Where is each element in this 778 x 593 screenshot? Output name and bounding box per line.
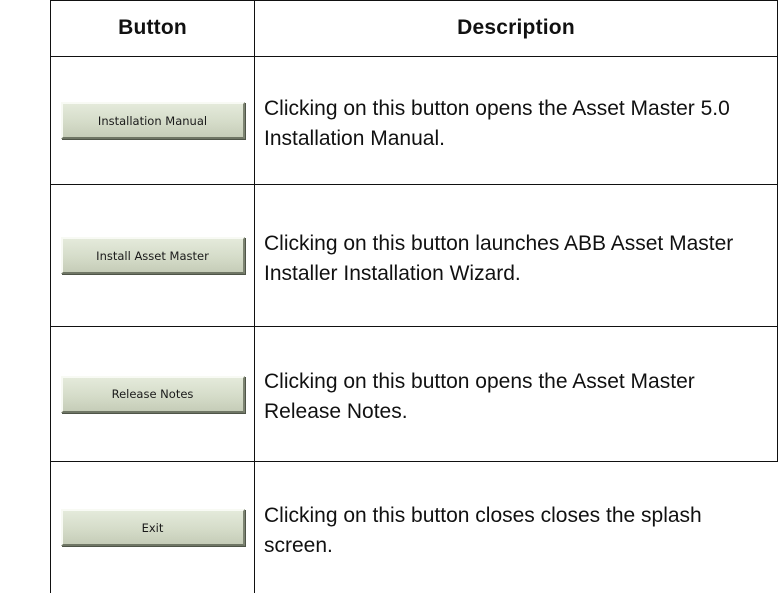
table-row: Release Notes Clicking on this button op… (50, 327, 778, 461)
row-description: Clicking on this button launches ABB Ass… (264, 231, 734, 285)
description-cell: Clicking on this button closes closes th… (264, 462, 768, 593)
column-header-button: Button (118, 16, 187, 39)
description-cell: Clicking on this button opens the Asset … (264, 57, 768, 184)
row-description: Clicking on this button closes closes th… (264, 503, 702, 557)
description-cell: Clicking on this button opens the Asset … (264, 327, 768, 461)
row-description: Clicking on this button opens the Asset … (264, 370, 695, 423)
installation-manual-button[interactable]: Installation Manual (60, 102, 245, 139)
button-cell: Release Notes (51, 327, 254, 461)
table-row: Install Asset Master Clicking on this bu… (50, 185, 778, 326)
table-row: Exit Clicking on this button closes clos… (50, 462, 778, 593)
button-cell: Installation Manual (51, 57, 254, 184)
row-description: Clicking on this button opens the Asset … (264, 96, 730, 150)
exit-button[interactable]: Exit (60, 509, 245, 546)
description-cell: Clicking on this button launches ABB Ass… (264, 185, 768, 326)
column-header-description: Description (457, 16, 575, 39)
release-notes-button[interactable]: Release Notes (60, 375, 245, 413)
button-cell: Install Asset Master (51, 185, 254, 326)
install-asset-master-button[interactable]: Install Asset Master (60, 237, 245, 274)
table-row: Installation Manual Clicking on this but… (50, 57, 778, 184)
button-cell: Exit (51, 462, 254, 593)
button-description-table: Button Description Installation Manual C… (50, 0, 778, 593)
